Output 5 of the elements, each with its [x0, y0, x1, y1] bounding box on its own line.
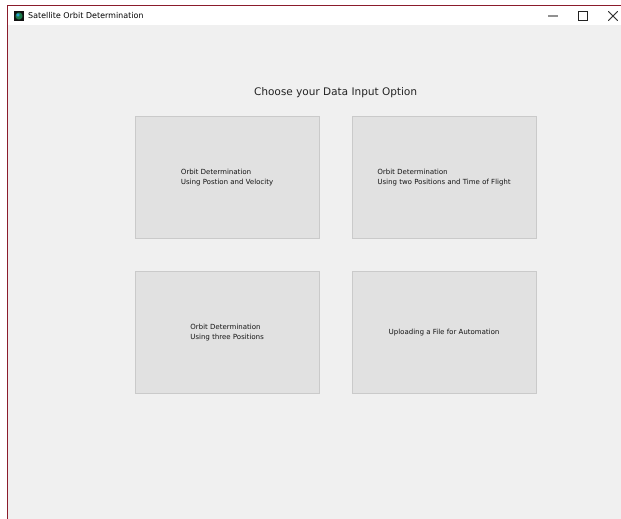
close-icon[interactable]	[608, 10, 618, 20]
window-title: Satellite Orbit Determination	[28, 11, 144, 20]
heading: Choose your Data Input Option	[254, 86, 418, 98]
globe-icon	[14, 10, 24, 20]
maximize-icon[interactable]	[578, 10, 588, 20]
